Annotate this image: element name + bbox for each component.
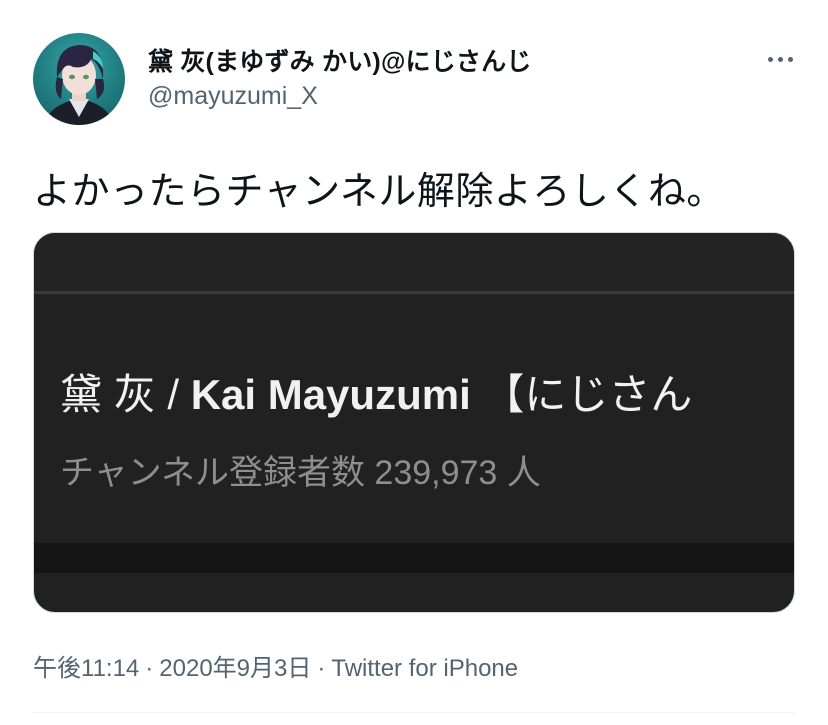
- tweet-time[interactable]: 午後11:14: [33, 655, 139, 682]
- author-handle[interactable]: @mayuzumi_X: [148, 82, 318, 111]
- media-bottom-band: [34, 543, 794, 573]
- tweet-media-image[interactable]: 黛 灰 / Kai Mayuzumi 【にじさん チャンネル登録者数 239,9…: [33, 232, 795, 613]
- author-display-name[interactable]: 黛 灰(まゆずみ かい)@にじさんじ: [148, 42, 532, 78]
- meta-separator: ·: [317, 655, 326, 682]
- tweet-text: よかったらチャンネル解除よろしくね。: [33, 171, 725, 213]
- divider: [33, 712, 795, 713]
- media-subscriber-count: チャンネル登録者数 239,973 人: [60, 454, 541, 492]
- meta-separator: ·: [145, 655, 154, 682]
- tweet-date[interactable]: 2020年9月3日: [159, 655, 311, 682]
- media-channel-name-suffix: 【にじさん: [470, 371, 693, 418]
- tweet: 黛 灰(まゆずみ かい)@にじさんじ @mayuzumi_X よかったらチャンネ…: [0, 0, 828, 725]
- media-divider: [34, 291, 794, 294]
- avatar-illustration: [43, 45, 115, 125]
- media-channel-name-en: Kai Mayuzumi: [190, 371, 471, 418]
- media-channel-title: 黛 灰 / Kai Mayuzumi 【にじさん: [60, 361, 692, 422]
- more-options-button[interactable]: [760, 44, 800, 74]
- more-horizontal-icon: [765, 56, 795, 62]
- media-top-band: [34, 233, 794, 291]
- media-channel-name-jp: 黛 灰 /: [60, 371, 191, 418]
- tweet-meta: 午後11:14 · 2020年9月3日 · Twitter for iPhone: [33, 648, 518, 683]
- avatar[interactable]: [33, 33, 125, 125]
- tweet-source-link[interactable]: Twitter for iPhone: [331, 655, 518, 682]
